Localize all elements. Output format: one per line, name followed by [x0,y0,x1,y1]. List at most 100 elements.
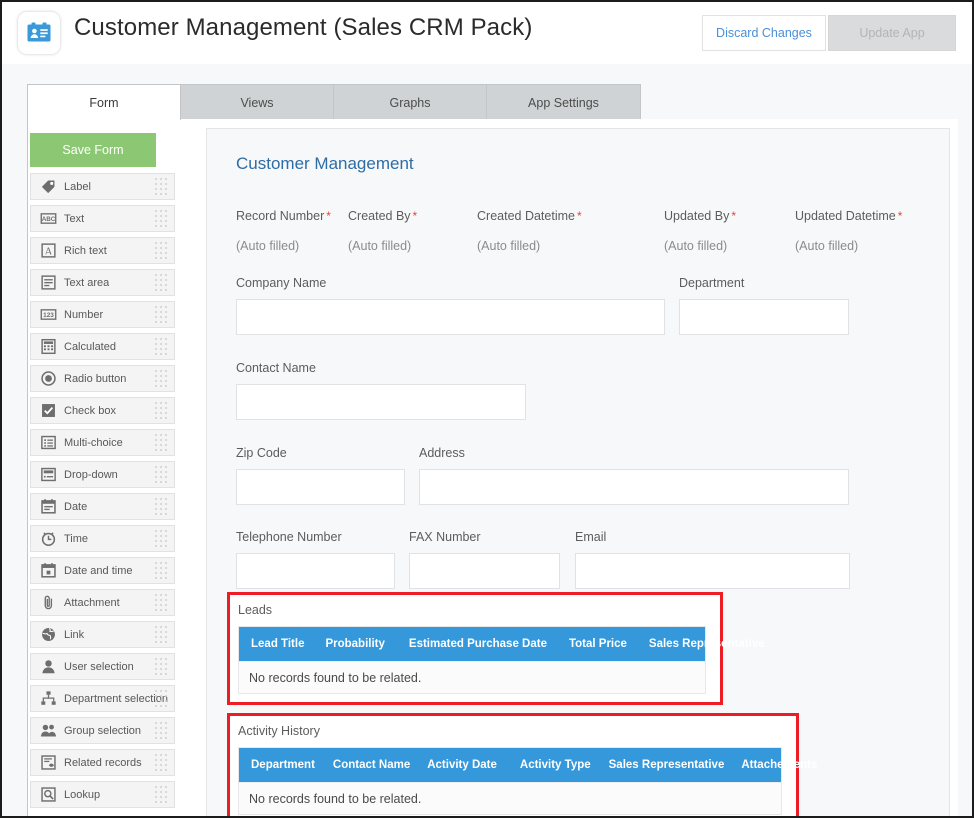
tab-views[interactable]: Views [180,84,334,120]
drag-handle-icon[interactable] [155,338,169,357]
activity-table-header-row: Department Contact Name Activity Date Ac… [239,748,817,782]
required-asterisk: * [576,209,582,223]
field-label-fax-number: FAX Number [409,530,481,544]
column-header-activity-type[interactable]: Activity Type [520,759,591,771]
department-input[interactable] [679,299,849,335]
drag-handle-icon[interactable] [155,658,169,677]
field-label-company-name: Company Name [236,276,327,290]
activity-table-empty-row: No records found to be related. [239,782,781,814]
zip-code-input[interactable] [236,469,405,505]
drag-handle-icon[interactable] [155,210,169,229]
column-header-probability[interactable]: Probability [325,638,384,650]
tab-bar: Form Views Graphs App Settings [27,84,641,120]
drag-handle-icon[interactable] [155,274,169,293]
field-type-time[interactable]: Time [30,525,175,552]
field-value-updated-by: (Auto filled) [664,239,728,253]
field-type-rich-text[interactable]: A Rich text [30,237,175,264]
field-type-department-selection[interactable]: Department selection [30,685,175,712]
update-app-button[interactable]: Update App [828,15,956,51]
field-type-text[interactable]: ABC Text [30,205,175,232]
tab-app-settings[interactable]: App Settings [486,84,641,120]
field-type-label: Department selection [64,692,168,705]
drag-handle-icon[interactable] [155,402,169,421]
globe-icon [35,626,61,643]
field-type-label: Drop-down [64,468,118,481]
field-value-created-by: (Auto filled) [348,239,412,253]
field-type-multi-choice[interactable]: Multi-choice [30,429,175,456]
app-root: Customer Management (Sales CRM Pack) Dis… [2,2,972,816]
drag-handle-icon[interactable] [155,594,169,613]
contact-card-icon [18,12,60,54]
dropdown-icon [35,466,61,483]
column-header-sales-representative[interactable]: Sales Representative [649,638,765,650]
form-title: Customer Management [236,154,414,173]
field-type-label: Time [64,532,89,545]
drag-handle-icon[interactable] [155,306,169,325]
field-type-calculated[interactable]: Calculated [30,333,175,360]
field-type-date-and-time[interactable]: Date and time [30,557,175,584]
discard-changes-button[interactable]: Discard Changes [702,15,826,51]
column-header-contact-name[interactable]: Contact Name [333,759,410,771]
field-type-check-box[interactable]: Check box [30,397,175,424]
drag-handle-icon[interactable] [155,242,169,261]
calculator-icon [35,338,61,355]
field-type-label: Multi-choice [64,436,123,449]
drag-handle-icon[interactable] [155,690,169,709]
field-type-related-records[interactable]: Related records [30,749,175,776]
drag-handle-icon[interactable] [155,786,169,805]
paperclip-icon [35,594,61,611]
drag-handle-icon[interactable] [155,178,169,197]
field-type-date[interactable]: Date [30,493,175,520]
leads-table-header-row: Lead Title Probability Estimated Purchas… [239,627,765,661]
tab-form[interactable]: Form [27,84,181,120]
field-type-label[interactable]: Label [30,173,175,200]
svg-text:ABC: ABC [41,216,55,223]
field-type-number[interactable]: 123 Number [30,301,175,328]
field-type-user-selection[interactable]: User selection [30,653,175,680]
leads-empty-message: No records found to be related. [249,670,422,685]
column-header-department[interactable]: Department [251,759,315,771]
multi-choice-icon [35,434,61,451]
fax-number-input[interactable] [409,553,560,589]
tab-graphs[interactable]: Graphs [333,84,487,120]
123-icon: 123 [35,306,61,323]
drag-handle-icon[interactable] [155,370,169,389]
save-form-button[interactable]: Save Form [30,133,156,167]
drag-handle-icon[interactable] [155,466,169,485]
drag-handle-icon[interactable] [155,530,169,549]
contact-name-input[interactable] [236,384,526,420]
field-type-drop-down[interactable]: Drop-down [30,461,175,488]
form-canvas: Customer Management Record Number * Creat… [206,128,950,816]
drag-handle-icon[interactable] [155,434,169,453]
field-type-link[interactable]: Link [30,621,175,648]
field-type-radio-button[interactable]: Radio button [30,365,175,392]
field-type-label: Date [64,500,88,513]
column-header-sales-representative[interactable]: Sales Representative [609,759,725,771]
column-header-estimated-purchase-date[interactable]: Estimated Purchase Date [409,638,547,650]
email-input[interactable] [575,553,850,589]
activity-history-related-table: Department Contact Name Activity Date Ac… [238,747,817,815]
drag-handle-icon[interactable] [155,722,169,741]
drag-handle-icon[interactable] [155,562,169,581]
column-header-attachements[interactable]: Attachements [741,759,817,771]
field-label-updated-by: Updated By * [664,209,736,223]
field-label-created-by: Created By * [348,209,418,223]
field-type-label: Date and time [64,564,133,577]
drag-handle-icon[interactable] [155,754,169,773]
field-type-attachment[interactable]: Attachment [30,589,175,616]
telephone-number-input[interactable] [236,553,395,589]
field-type-lookup[interactable]: Lookup [30,781,175,808]
column-header-total-price[interactable]: Total Price [569,638,627,650]
column-header-lead-title[interactable]: Lead Title [251,638,304,650]
field-label-department: Department [679,276,745,290]
field-type-group-selection[interactable]: Group selection [30,717,175,744]
letter-a-icon: A [35,242,61,259]
drag-handle-icon[interactable] [155,498,169,517]
address-input[interactable] [419,469,849,505]
drag-handle-icon[interactable] [155,626,169,645]
field-value-record-number: (Auto filled) [236,239,300,253]
column-header-activity-date[interactable]: Activity Date [427,759,497,771]
activity-empty-message: No records found to be related. [249,791,422,806]
field-type-text-area[interactable]: Text area [30,269,175,296]
company-name-input[interactable] [236,299,665,335]
